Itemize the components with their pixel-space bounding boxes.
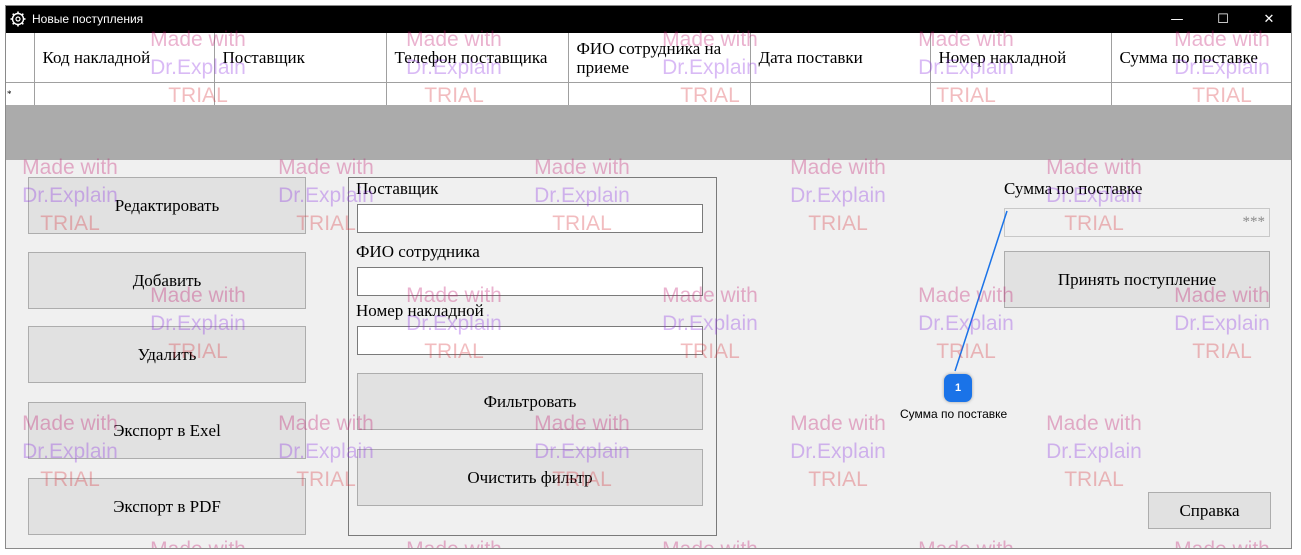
invoice-filter-label: Номер накладной bbox=[356, 301, 484, 320]
app-gear-icon bbox=[10, 11, 26, 27]
delivery-sum-field bbox=[1004, 208, 1270, 237]
grid-new-row[interactable]: * bbox=[6, 82, 1291, 107]
edit-button[interactable]: Редактировать bbox=[28, 177, 306, 234]
column-header-invoice-number[interactable]: Номер накладной bbox=[930, 33, 1112, 83]
delivery-sum-label: Сумма по поставке bbox=[1004, 179, 1143, 198]
grid-cell[interactable] bbox=[214, 82, 387, 107]
column-header-supplier-phone[interactable]: Телефон поставщика bbox=[386, 33, 569, 83]
filter-button[interactable]: Фильтровать bbox=[357, 373, 703, 430]
grid-header-row: Код накладной Поставщик Телефон поставщи… bbox=[6, 33, 1291, 83]
column-header-delivery-sum[interactable]: Сумма по поставке bbox=[1111, 33, 1291, 83]
grid-cell[interactable] bbox=[34, 82, 215, 107]
column-header-delivery-date[interactable]: Дата поставки bbox=[750, 33, 931, 83]
employee-filter-label: ФИО сотрудника bbox=[356, 242, 480, 261]
trial-watermark: Made with Dr.Explain TRIAL bbox=[790, 156, 886, 235]
trial-watermark: Made with bbox=[133, 536, 263, 548]
trial-watermark: Made with bbox=[901, 536, 1031, 548]
column-header-employee[interactable]: ФИО сотрудника на приеме bbox=[568, 33, 751, 83]
grid-empty-area bbox=[6, 105, 1291, 160]
trial-watermark: Made with bbox=[1157, 536, 1287, 548]
deliveries-grid[interactable]: Код накладной Поставщик Телефон поставщи… bbox=[6, 33, 1291, 107]
main-window: Новые поступления — ☐ ✕ Код накладной По… bbox=[5, 5, 1292, 549]
trial-watermark: Made with Dr.Explain TRIAL bbox=[790, 412, 886, 491]
help-button[interactable]: Справка bbox=[1148, 492, 1271, 529]
supplier-filter-label: Поставщик bbox=[356, 179, 439, 198]
grid-cell[interactable] bbox=[568, 82, 751, 107]
close-icon[interactable]: ✕ bbox=[1246, 6, 1291, 33]
callout-label: Сумма по поставке bbox=[900, 407, 1008, 421]
maximize-icon[interactable]: ☐ bbox=[1200, 6, 1246, 33]
trial-watermark: Made with bbox=[645, 536, 775, 548]
delete-button[interactable]: Удалить bbox=[28, 326, 306, 383]
export-pdf-button[interactable]: Экспорт в PDF bbox=[28, 478, 306, 535]
trial-watermark: Made with Dr.Explain TRIAL bbox=[1046, 412, 1142, 491]
title-bar: Новые поступления — ☐ ✕ bbox=[6, 6, 1291, 33]
trial-watermark: Made with bbox=[389, 536, 519, 548]
new-row-marker: * bbox=[6, 82, 35, 107]
callout-marker-1: 1 bbox=[944, 374, 972, 402]
column-header-supplier[interactable]: Поставщик bbox=[214, 33, 387, 83]
grid-corner-cell bbox=[6, 33, 35, 83]
clear-filter-button[interactable]: Очистить фильтр bbox=[357, 449, 703, 506]
grid-cell[interactable] bbox=[386, 82, 569, 107]
grid-cell[interactable] bbox=[1111, 82, 1291, 107]
window-title: Новые поступления bbox=[32, 12, 144, 26]
invoice-filter-input[interactable] bbox=[357, 326, 703, 355]
employee-filter-input[interactable] bbox=[357, 267, 703, 296]
minimize-icon[interactable]: — bbox=[1154, 6, 1200, 33]
supplier-filter-input[interactable] bbox=[357, 204, 703, 233]
accept-delivery-button[interactable]: Принять поступление bbox=[1004, 251, 1270, 308]
grid-cell[interactable] bbox=[750, 82, 931, 107]
add-button[interactable]: Добавить bbox=[28, 252, 306, 309]
export-excel-button[interactable]: Экспорт в Exel bbox=[28, 402, 306, 459]
column-header-invoice-code[interactable]: Код накладной bbox=[34, 33, 215, 83]
grid-cell[interactable] bbox=[930, 82, 1112, 107]
